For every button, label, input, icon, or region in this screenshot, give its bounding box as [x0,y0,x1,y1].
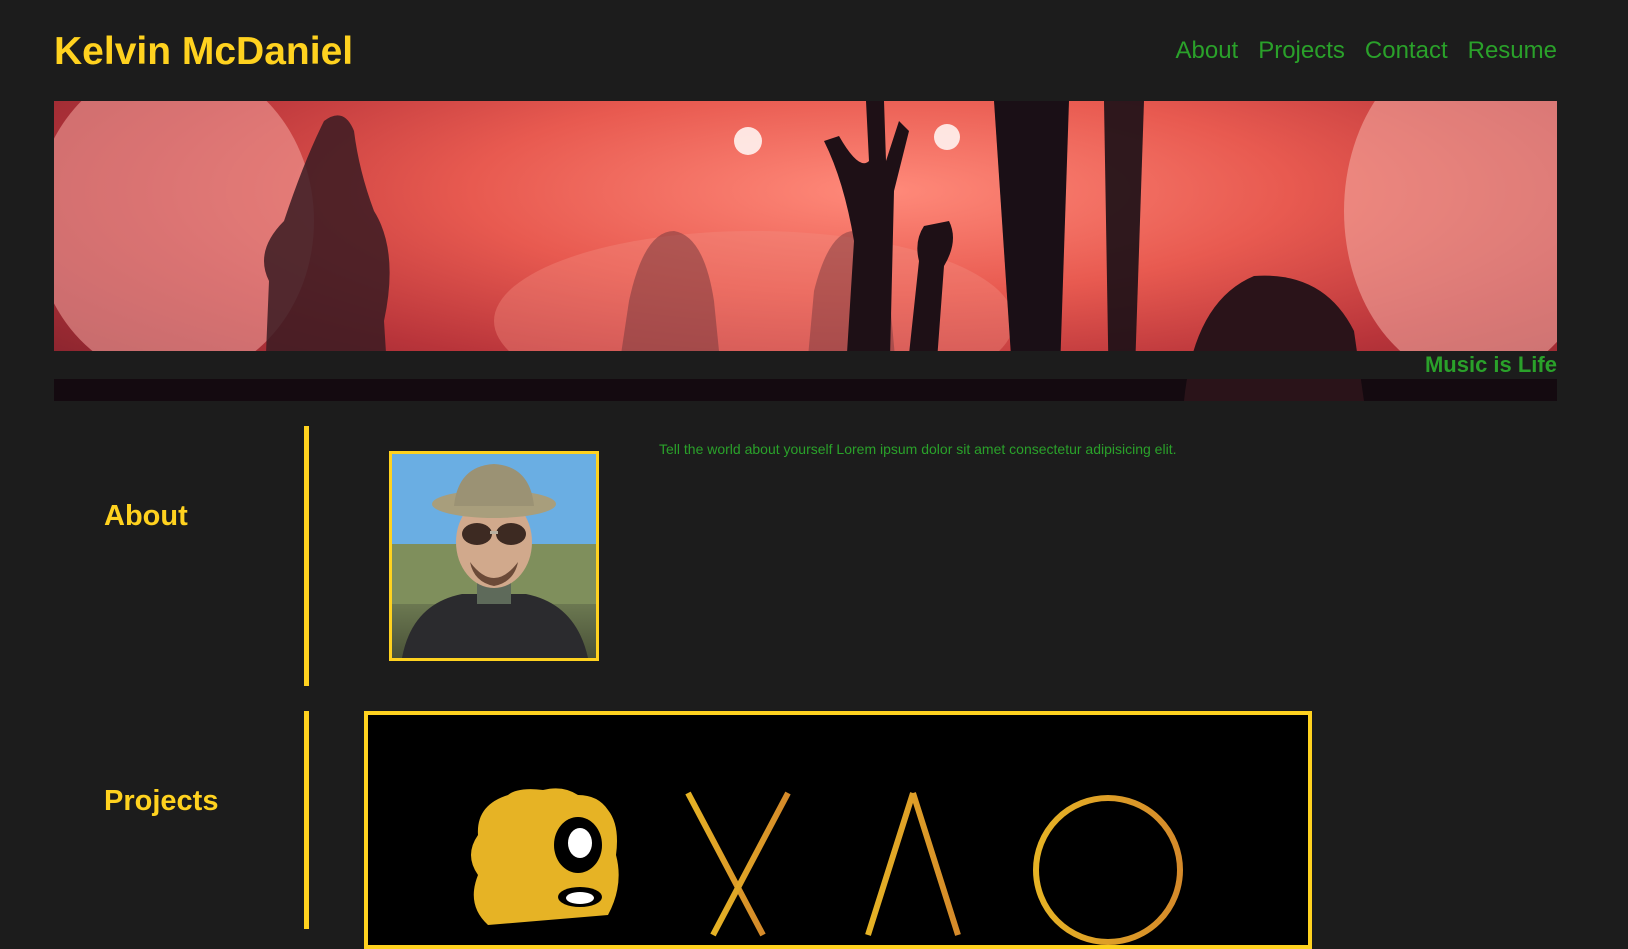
profile-photo-frame [389,451,599,661]
nav-link-about[interactable]: About [1175,36,1238,66]
hero-banner: Music is Life [54,101,1557,401]
nav-link-projects[interactable]: Projects [1258,36,1345,66]
hero-caption-bar: Music is Life [54,351,1557,379]
nav-link-resume[interactable]: Resume [1468,36,1557,66]
nav-link-contact[interactable]: Contact [1365,36,1448,66]
project-card[interactable] [364,711,1312,949]
about-divider [304,426,309,686]
projects-divider [304,711,309,929]
site-title: Kelvin McDaniel [54,30,354,73]
project-logo-image [471,788,1183,945]
profile-photo [392,454,596,658]
about-text: Tell the world about yourself Lorem ipsu… [659,441,1177,457]
site-header: Kelvin McDaniel About Projects Contact R… [54,0,1557,100]
main-nav: About Projects Contact Resume [1175,36,1557,66]
hero-caption: Music is Life [1424,352,1557,377]
about-heading: About [104,500,188,532]
projects-heading: Projects [104,785,219,817]
